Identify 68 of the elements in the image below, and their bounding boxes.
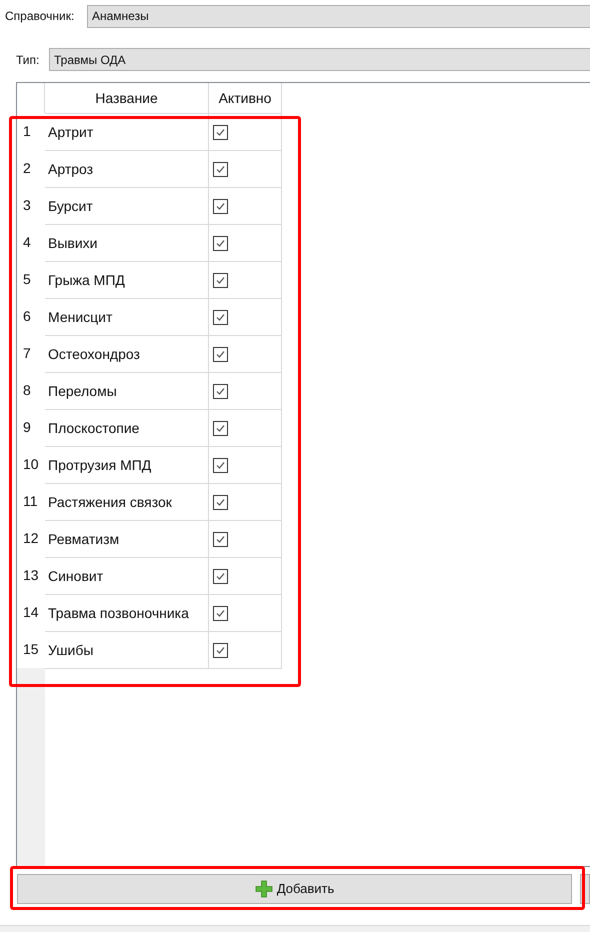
check-icon	[215, 460, 226, 470]
table-cell: Артрит	[45, 114, 209, 150]
table-cell: Травма позвоночника	[45, 595, 209, 631]
column-header[interactable]: Название	[45, 83, 209, 113]
row-number: 10	[23, 455, 39, 474]
field-label: Справочник:	[5, 8, 76, 25]
check-icon	[215, 274, 226, 286]
table-cell: Остеохондроз	[45, 336, 209, 372]
checkbox[interactable]	[213, 420, 228, 436]
row-number: 4	[23, 233, 31, 252]
row-number: 1	[23, 122, 31, 141]
checkbox[interactable]	[213, 162, 228, 176]
check-icon	[215, 570, 226, 582]
check-icon	[215, 534, 226, 544]
checkbox[interactable]	[213, 494, 228, 510]
row-number: 5	[23, 270, 31, 289]
row-number: 2	[23, 159, 31, 178]
row-number: 13	[23, 566, 39, 585]
checkbox[interactable]	[213, 458, 228, 472]
type-field[interactable]: Травмы ОДА	[49, 48, 590, 71]
table-cell: Ушибы	[45, 632, 209, 668]
check-icon	[215, 386, 226, 396]
check-icon	[215, 312, 226, 322]
table-cell: Протрузия МПД	[45, 447, 209, 483]
check-icon	[215, 238, 226, 248]
check-icon	[215, 200, 226, 212]
checkbox[interactable]	[213, 384, 228, 398]
check-icon	[215, 348, 226, 360]
table-cell: Менисцит	[45, 299, 209, 335]
checkbox[interactable]	[213, 642, 228, 658]
plus-icon	[254, 880, 273, 898]
table-cell: Ревматизм	[45, 521, 209, 557]
add-button[interactable]: Добавить	[17, 874, 572, 904]
table-cell: Растяжения связок	[45, 484, 209, 520]
table-cell: Плоскостопие	[45, 410, 209, 446]
checkbox[interactable]	[213, 236, 228, 250]
row-number: 15	[23, 640, 39, 659]
column-header[interactable]: Активно	[209, 83, 282, 113]
table-cell: Грыжа МПД	[45, 262, 209, 298]
table-cell: Артроз	[45, 151, 209, 187]
row-number: 3	[23, 196, 31, 215]
checkbox[interactable]	[213, 532, 228, 546]
checkbox[interactable]	[213, 272, 228, 288]
check-icon	[215, 422, 226, 434]
check-icon	[215, 496, 226, 508]
check-icon	[215, 164, 226, 174]
row-number: 6	[23, 307, 31, 326]
row-number: 9	[23, 418, 31, 437]
row-number: 8	[23, 381, 31, 400]
table-cell: Переломы	[45, 373, 209, 409]
row-number: 11	[23, 492, 38, 511]
table-cell: Вывихи	[45, 225, 209, 261]
checkbox[interactable]	[213, 310, 228, 324]
row-number: 14	[23, 603, 39, 622]
table-cell: Синовит	[45, 558, 209, 594]
row-number: 7	[23, 344, 31, 363]
check-icon	[215, 644, 226, 656]
checkbox[interactable]	[213, 568, 228, 584]
directory-field[interactable]: Анамнезы	[87, 4, 590, 28]
check-icon	[215, 608, 226, 618]
check-icon	[215, 126, 226, 138]
checkbox[interactable]	[213, 606, 228, 620]
checkbox[interactable]	[213, 124, 228, 140]
field-label: Тип:	[16, 52, 40, 68]
checkbox[interactable]	[213, 346, 228, 362]
table-cell: Бурсит	[45, 188, 209, 224]
checkbox[interactable]	[213, 198, 228, 214]
row-number: 12	[23, 529, 39, 548]
